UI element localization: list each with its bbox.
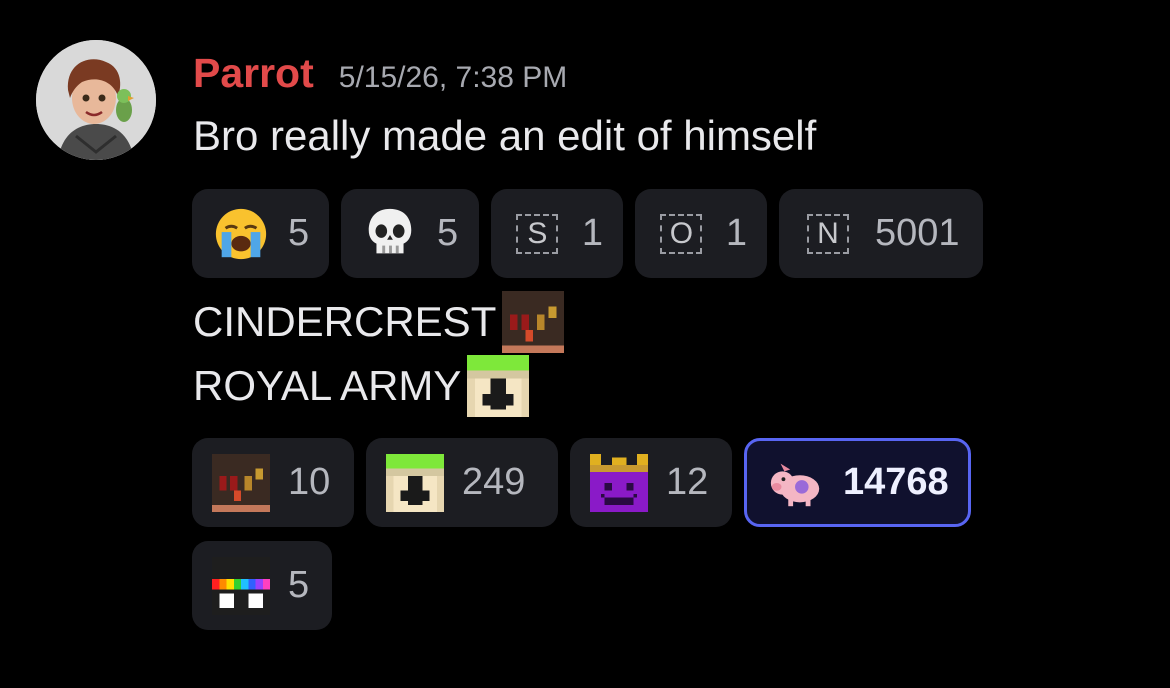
reaction-letter-o[interactable]: O 1	[635, 189, 767, 278]
regional-indicator-o-icon: O	[655, 205, 708, 263]
reaction-count: 1	[581, 212, 603, 254]
reaction-count: 249	[462, 461, 526, 503]
message-text: Bro really made an edit of himself	[193, 112, 817, 159]
purple-crown-face-icon	[590, 453, 648, 512]
royal-army-emblem-icon	[386, 453, 444, 512]
reactions-row: 5	[192, 541, 332, 630]
message-header: Parrot 5/15/26, 7:38 PM	[193, 50, 567, 100]
reaction-cindercrest[interactable]: 10	[192, 438, 354, 527]
letter-glyph: S	[516, 213, 559, 254]
body-line-text: CINDERCREST	[193, 298, 497, 345]
reaction-count: 12	[666, 461, 709, 503]
reaction-loudly-crying[interactable]: 5	[192, 189, 329, 278]
reaction-royal-army[interactable]: 249	[366, 438, 558, 527]
reaction-count: 5	[288, 564, 310, 606]
reaction-count: 5	[437, 212, 459, 254]
skull-icon	[361, 205, 419, 263]
pink-pig-icon	[767, 454, 825, 512]
rainbow-glasses-icon	[212, 556, 270, 615]
letter-glyph: N	[807, 213, 849, 254]
username[interactable]: Parrot	[193, 50, 314, 97]
body-line: ROYAL ARMY	[193, 354, 564, 418]
message-timestamp: 5/15/26, 7:38 PM	[338, 61, 568, 94]
user-avatar-icon[interactable]	[36, 40, 156, 160]
reaction-skull[interactable]: 5	[341, 189, 479, 278]
body-line: CINDERCREST	[193, 290, 565, 354]
reaction-letter-n[interactable]: N 5001	[779, 189, 983, 278]
cindercrest-emblem-icon	[502, 291, 565, 353]
reaction-letter-s[interactable]: S 1	[491, 189, 623, 278]
message-body: CINDERCREST ROYAL ARMY	[193, 290, 565, 418]
reaction-purple-crown[interactable]: 12	[570, 438, 732, 527]
loudly-crying-face-icon	[212, 205, 270, 263]
reaction-count: 10	[288, 461, 331, 503]
body-line-text: ROYAL ARMY	[193, 362, 462, 409]
cindercrest-emblem-icon	[212, 453, 270, 512]
regional-indicator-s-icon: S	[511, 205, 564, 263]
letter-glyph: O	[660, 213, 703, 254]
reaction-count: 1	[725, 212, 747, 254]
reaction-count: 5001	[875, 212, 960, 254]
royal-army-emblem-icon	[467, 355, 530, 417]
reaction-count: 14768	[843, 461, 949, 503]
reactions-row: 10 249 12 14768	[192, 438, 971, 527]
reaction-count: 5	[288, 212, 310, 254]
regional-indicator-n-icon: N	[799, 205, 857, 263]
reaction-pink-pig[interactable]: 14768	[744, 438, 971, 527]
reaction-rainbow-glasses[interactable]: 5	[192, 541, 332, 630]
reactions-row: 5 5 S 1 O 1 N 5001	[192, 189, 983, 278]
